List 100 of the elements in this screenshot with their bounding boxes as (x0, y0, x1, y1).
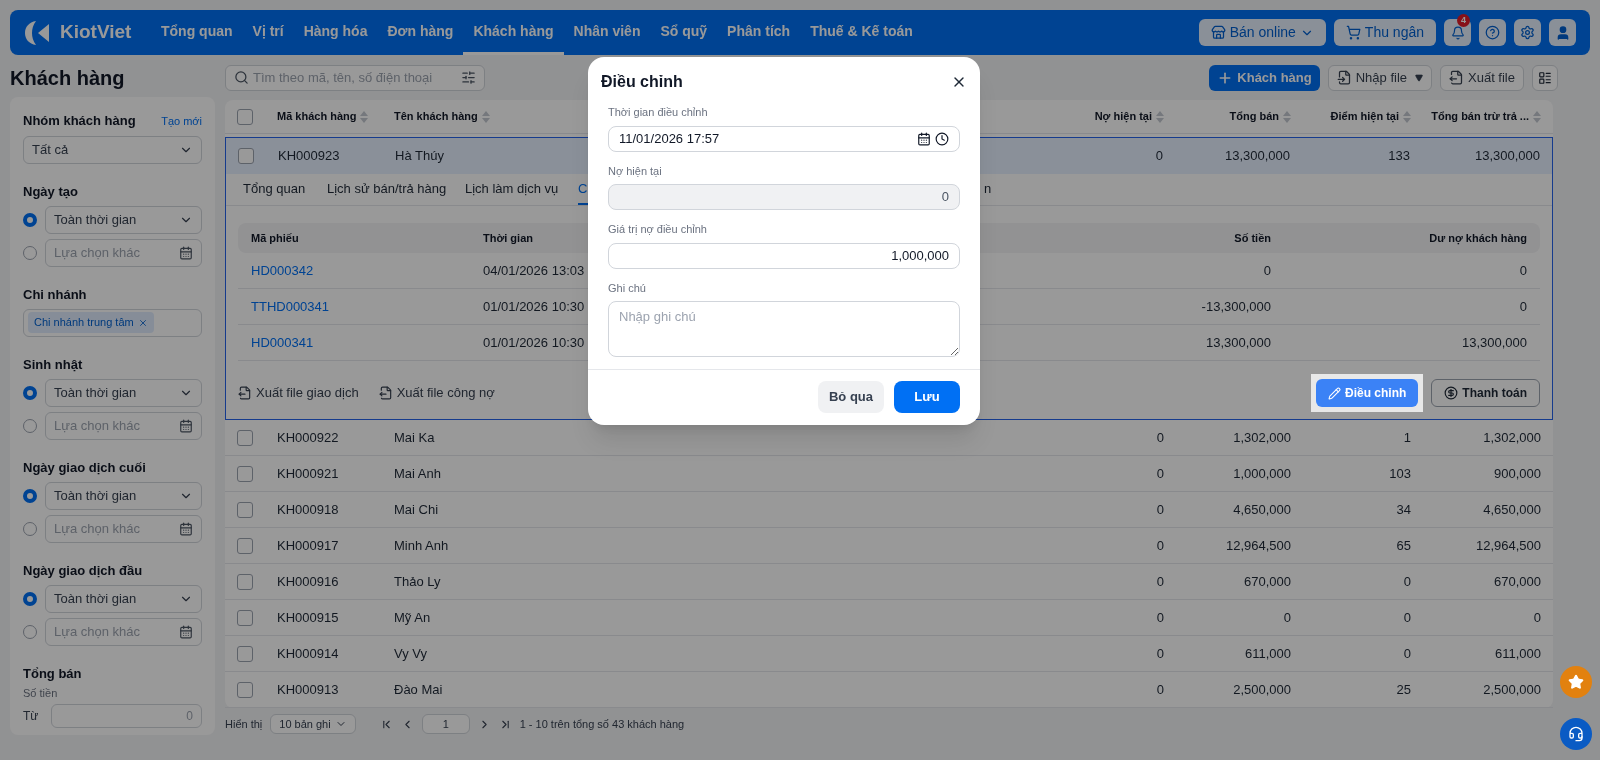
voucher-link[interactable]: TTHD000341 (251, 296, 330, 317)
sort-icon[interactable] (481, 110, 490, 123)
table-cell-text: 0 (1403, 644, 1411, 663)
tag-field[interactable]: Chi nhánh trung tâm (23, 308, 202, 337)
settings-button[interactable] (1514, 19, 1541, 46)
nav-tab[interactable]: Phân tích (717, 10, 801, 55)
voucher-link[interactable]: HD000341 (251, 332, 314, 353)
export-icon (1449, 70, 1464, 85)
column-header: Tổng bán (1229, 109, 1279, 125)
table-cell-text: 133 (1388, 147, 1410, 166)
page-number-field[interactable]: 1 (421, 714, 470, 734)
dollar-icon (1444, 386, 1459, 400)
table-cell-text: 0 (1403, 608, 1411, 627)
voucher-link[interactable]: HD000342 (251, 260, 314, 281)
nav-tab[interactable]: Thuế & Kế toán (800, 10, 923, 55)
detail-tab[interactable]: Lịch làm dịch vụ (465, 174, 578, 205)
remove-icon[interactable] (137, 317, 148, 328)
export-link[interactable]: Xuất file công nợ (378, 383, 495, 403)
radio-button[interactable] (23, 488, 37, 503)
from-field[interactable]: 0 (51, 703, 202, 728)
sort-icon[interactable] (1156, 110, 1164, 123)
checkbox[interactable] (237, 501, 253, 518)
favorite-button[interactable] (1560, 666, 1592, 698)
nav-tab[interactable]: Hàng hóa (293, 10, 378, 55)
calendar-icon[interactable] (917, 131, 931, 146)
create-link[interactable]: Tạo mới (161, 113, 202, 130)
field-label: Ghi chú (608, 280, 647, 296)
filter-title: Sinh nhật (23, 356, 84, 373)
calendar-icon (179, 624, 193, 639)
nav-tab[interactable]: Đơn hàng (377, 10, 464, 55)
table-cell-text: 0 (1156, 572, 1164, 591)
date-field[interactable]: Lựa chọn khác (45, 238, 202, 267)
pagination-summary: 1 - 10 trên tổng số 43 khách hàng (519, 716, 685, 732)
date-field[interactable]: Lựa chọn khác (45, 411, 202, 440)
checkbox[interactable] (237, 681, 253, 698)
period-select[interactable]: Toàn thời gian (45, 205, 202, 234)
payment-button[interactable]: Thanh toán (1431, 379, 1540, 407)
export-file-button[interactable]: Xuất file (1440, 64, 1524, 91)
radio-button[interactable] (23, 245, 37, 260)
checkbox[interactable] (237, 645, 253, 662)
logo-text: KiotViet (60, 20, 132, 45)
sort-icon[interactable] (1283, 110, 1291, 123)
radio-button[interactable] (23, 212, 37, 227)
column-settings-button[interactable] (1532, 64, 1558, 91)
period-select[interactable]: Toàn thời gian (45, 481, 202, 510)
nav-tab[interactable]: Nhân viên (563, 10, 651, 55)
sort-icon[interactable] (360, 110, 369, 123)
checkbox[interactable] (238, 148, 254, 164)
adjust-button[interactable]: Điều chỉnh (1316, 379, 1419, 407)
cashier-button[interactable]: Thu ngân (1333, 19, 1436, 46)
sort-icon[interactable] (1533, 110, 1541, 123)
import-file-button[interactable]: Nhập file (1327, 64, 1432, 91)
export-icon (238, 386, 252, 400)
checkbox[interactable] (237, 609, 253, 626)
radio-button[interactable] (23, 418, 37, 433)
note-field[interactable]: Nhập ghi chú (608, 301, 960, 357)
radio-button[interactable] (23, 591, 37, 606)
import-icon (1336, 70, 1352, 85)
add-customer-button[interactable]: Khách hàng (1209, 64, 1320, 91)
detail-tab[interactable]: n (984, 174, 992, 205)
sort-icon[interactable] (1403, 110, 1411, 123)
checkbox[interactable] (237, 108, 253, 125)
support-button[interactable] (1560, 718, 1592, 750)
checkbox[interactable] (237, 537, 253, 554)
search-icon (234, 70, 249, 85)
detail-tab[interactable]: Tổng quan (243, 174, 327, 205)
radio-button[interactable] (23, 624, 37, 639)
date-field[interactable]: Lựa chọn khác (45, 617, 202, 646)
table-cell-text: Minh Anh (394, 536, 449, 555)
group-select[interactable]: Tất cả (23, 135, 202, 164)
help-button[interactable] (1479, 19, 1506, 46)
page-size-select[interactable]: 10 bản ghi (270, 714, 356, 734)
online-sales-button[interactable]: Bán online (1198, 19, 1326, 46)
save-button[interactable]: Lưu (894, 381, 960, 413)
checkbox[interactable] (237, 573, 253, 590)
checkbox[interactable] (237, 429, 253, 446)
avatar-button[interactable] (1549, 19, 1576, 46)
table-cell-text: 04/01/2026 13:03 (483, 261, 585, 280)
nav-tab[interactable]: Khách hàng (463, 10, 564, 55)
search-field[interactable]: Tìm theo mã, tên, số điện thoại (225, 64, 485, 91)
checkbox[interactable] (237, 465, 253, 482)
cancel-button[interactable]: Bỏ qua (818, 381, 884, 413)
export-link[interactable]: Xuất file giao dịch (238, 383, 359, 403)
radio-button[interactable] (23, 521, 37, 536)
table-cell-text: 2,500,000 (1483, 680, 1541, 699)
datetime-field[interactable]: 11/01/2026 17:57 (608, 125, 960, 152)
nav-tab[interactable]: Sổ quỹ (650, 10, 718, 55)
dialog-title: Điều chỉnh (601, 72, 683, 92)
radio-button[interactable] (23, 385, 37, 400)
period-select[interactable]: Toàn thời gian (45, 584, 202, 613)
nav-tab[interactable]: Vị trí (242, 10, 294, 55)
filter-icon[interactable] (461, 70, 476, 85)
date-field[interactable]: Lựa chọn khác (45, 514, 202, 543)
clock-icon[interactable] (935, 131, 949, 146)
adjustment-amount-field[interactable]: 1,000,000 (608, 242, 960, 269)
column-header: Số tiền (1234, 230, 1271, 246)
nav-tab[interactable]: Tổng quan (151, 10, 243, 55)
period-select[interactable]: Toàn thời gian (45, 378, 202, 407)
detail-tab[interactable]: Lịch sử bán/trả hàng (327, 174, 465, 205)
table-cell-text: 670,000 (1494, 572, 1541, 591)
